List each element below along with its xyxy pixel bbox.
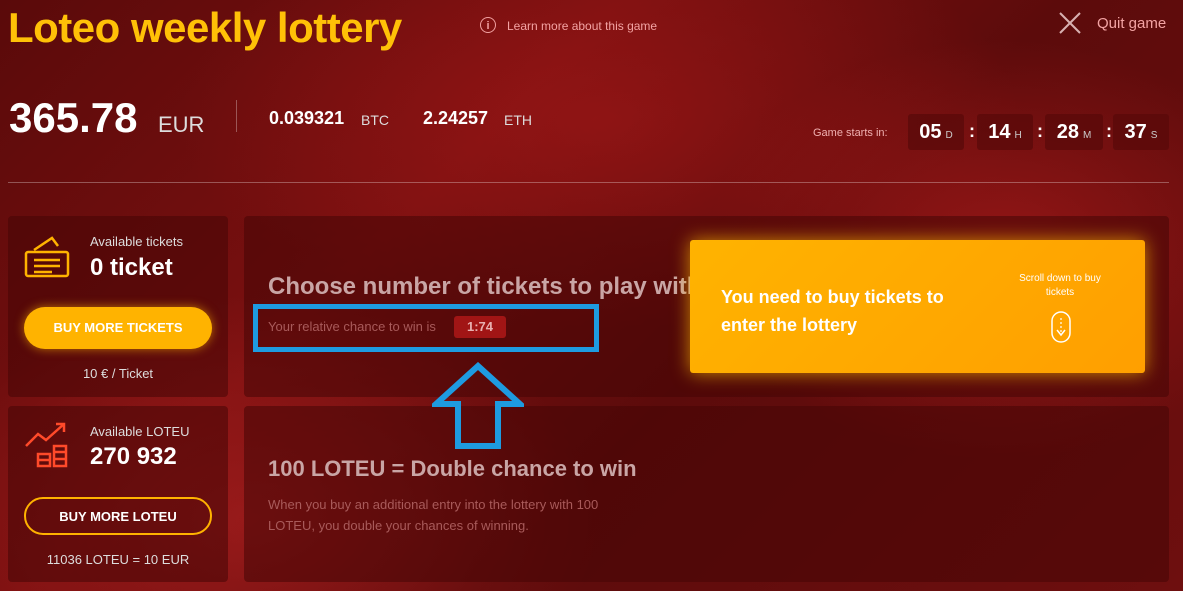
ticket-price: 10 € / Ticket xyxy=(82,366,154,381)
countdown-days-unit: D xyxy=(945,130,953,141)
quit-game-link[interactable]: Quit game xyxy=(1097,15,1166,32)
countdown-hours-value: 14 xyxy=(988,121,1011,143)
buy-more-loteu-button[interactable]: BUY MORE LOTEU xyxy=(24,497,212,535)
buy-more-tickets-button[interactable]: BUY MORE TICKETS xyxy=(24,307,212,349)
countdown-label: Game starts in: xyxy=(813,127,888,139)
eth-unit: ETH xyxy=(504,112,532,128)
info-icon[interactable]: i xyxy=(480,17,496,33)
scroll-hint: Scroll down to buy tickets xyxy=(1019,273,1101,298)
btc-unit: BTC xyxy=(361,112,389,128)
btc-balance: 0.039321 xyxy=(269,108,345,128)
countdown-minutes-value: 28 xyxy=(1056,121,1079,143)
countdown-minutes: 28 M xyxy=(1045,114,1103,150)
eur-unit: EUR xyxy=(158,112,205,137)
countdown-separator: : xyxy=(1106,121,1112,141)
balance-divider xyxy=(236,100,237,132)
available-tickets-label: Available tickets xyxy=(90,234,183,249)
ticket-icon xyxy=(24,236,70,278)
double-chance-description: When you buy an additional entry into th… xyxy=(268,497,599,533)
countdown-minutes-unit: M xyxy=(1082,130,1092,141)
eur-balance: 365.78 xyxy=(9,94,138,141)
close-icon[interactable] xyxy=(1058,11,1082,35)
countdown-seconds-unit: S xyxy=(1150,130,1158,141)
choose-tickets-title: Choose number of tickets to play with: xyxy=(268,273,710,300)
countdown-hours: 14 H xyxy=(977,114,1033,150)
available-tickets-value: 0 ticket xyxy=(90,254,173,281)
loteu-exchange-rate: 11036 LOTEU = 10 EUR xyxy=(46,552,190,567)
cta-message: You need to buy tickets to enter the lot… xyxy=(721,287,944,335)
countdown-days: 05 D xyxy=(908,114,964,150)
double-chance-title: 100 LOTEU = Double chance to win xyxy=(268,456,637,481)
countdown-days-value: 05 xyxy=(919,121,942,143)
annotation-arrow-icon xyxy=(432,362,524,449)
countdown-separator: : xyxy=(969,121,975,141)
scroll-down-icon[interactable] xyxy=(1050,310,1072,344)
available-loteu-value: 270 932 xyxy=(90,443,177,470)
countdown-hours-unit: H xyxy=(1014,130,1022,141)
learn-more-link[interactable]: Learn more about this game xyxy=(507,19,657,33)
page-title: Loteo weekly lottery xyxy=(8,4,402,51)
eth-balance: 2.24257 xyxy=(423,108,489,128)
available-loteu-label: Available LOTEU xyxy=(90,424,190,439)
countdown-separator: : xyxy=(1037,121,1043,141)
annotation-highlight-box xyxy=(253,304,599,352)
countdown-seconds: 37 S xyxy=(1113,114,1169,150)
growth-chart-icon xyxy=(25,422,68,468)
header-divider xyxy=(8,182,1169,183)
countdown-seconds-value: 37 xyxy=(1124,121,1147,143)
